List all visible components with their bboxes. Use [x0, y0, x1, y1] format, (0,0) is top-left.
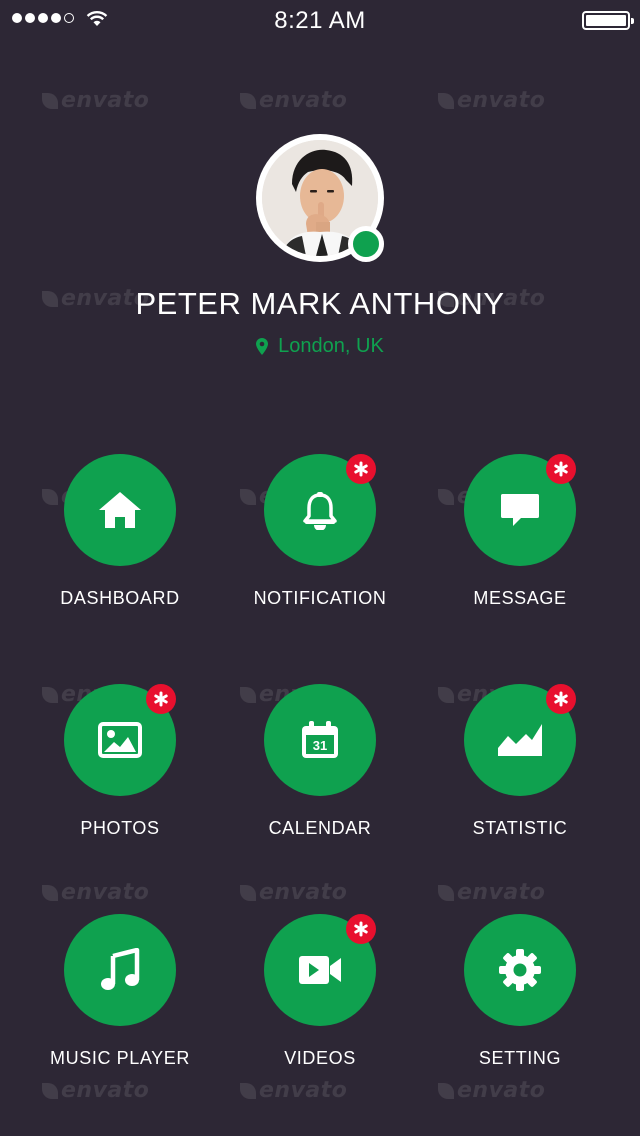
menu-label: VIDEOS — [284, 1048, 356, 1068]
menu-label: MESSAGE — [473, 588, 567, 608]
asterisk-icon — [354, 461, 368, 477]
home-icon — [99, 492, 141, 528]
watermark: envato — [42, 88, 149, 113]
watermark: envato — [438, 1078, 545, 1103]
menu-label: DASHBOARD — [60, 588, 180, 608]
menu-label: PHOTOS — [80, 818, 160, 838]
menu-item-music-player[interactable]: MUSIC PLAYER — [20, 914, 220, 1069]
asterisk-icon — [354, 921, 368, 937]
menu-label: CALENDAR — [268, 818, 372, 838]
watermark: envato — [42, 1078, 149, 1103]
watermark: envato — [42, 880, 149, 905]
menu-label: SETTING — [478, 1048, 562, 1068]
map-pin-icon — [256, 338, 269, 355]
menu-item-statistic[interactable]: STATISTIC — [420, 684, 620, 839]
gear-icon — [499, 949, 541, 991]
notification-badge — [546, 454, 576, 484]
watermark: envato — [438, 88, 545, 113]
asterisk-icon — [554, 461, 568, 477]
menu-label: MUSIC PLAYER — [50, 1048, 190, 1068]
notification-badge — [146, 684, 176, 714]
watermark: envato — [438, 880, 545, 905]
menu-label: STATISTIC — [472, 818, 568, 838]
status-time: 8:21 AM — [274, 7, 366, 34]
status-bar: 8:21 AM — [0, 0, 640, 40]
calendar-icon: 31 — [302, 721, 338, 758]
music-player-button[interactable] — [64, 914, 176, 1026]
image-icon — [98, 722, 142, 758]
watermark: envato — [240, 1078, 347, 1103]
menu-item-videos[interactable]: VIDEOS — [220, 914, 420, 1069]
notification-badge — [346, 914, 376, 944]
videos-button[interactable] — [264, 914, 376, 1026]
photos-button[interactable] — [64, 684, 176, 796]
asterisk-icon — [154, 691, 168, 707]
chat-bubble-icon — [501, 494, 539, 526]
menu-item-notification[interactable]: NOTIFICATION — [220, 454, 420, 609]
menu-label: NOTIFICATION — [253, 588, 387, 608]
menu-item-setting[interactable]: SETTING — [420, 914, 620, 1069]
notification-badge — [346, 454, 376, 484]
music-note-icon — [101, 948, 140, 990]
statistic-button[interactable] — [464, 684, 576, 796]
menu-item-calendar[interactable]: 31 CALENDAR — [220, 684, 420, 839]
asterisk-icon — [554, 691, 568, 707]
video-camera-icon — [299, 956, 341, 984]
menu-item-photos[interactable]: PHOTOS — [20, 684, 220, 839]
area-chart-icon — [498, 724, 542, 756]
watermark: envato — [240, 880, 347, 905]
message-button[interactable] — [464, 454, 576, 566]
menu-item-message[interactable]: MESSAGE — [420, 454, 620, 609]
calendar-button[interactable]: 31 — [264, 684, 376, 796]
dashboard-button[interactable] — [64, 454, 176, 566]
watermark: envato — [240, 88, 347, 113]
notification-badge — [546, 684, 576, 714]
online-status-indicator — [348, 226, 384, 262]
profile-location: London, UK — [0, 335, 640, 358]
location-text: London, UK — [278, 335, 384, 357]
menu-item-dashboard[interactable]: DASHBOARD — [20, 454, 220, 609]
profile-name: PETER MARK ANTHONY — [135, 286, 505, 321]
calendar-day: 31 — [313, 738, 327, 753]
notification-button[interactable] — [264, 454, 376, 566]
bell-icon — [303, 492, 337, 530]
profile-avatar[interactable] — [256, 134, 384, 262]
battery-full-icon — [582, 11, 634, 30]
setting-button[interactable] — [464, 914, 576, 1026]
